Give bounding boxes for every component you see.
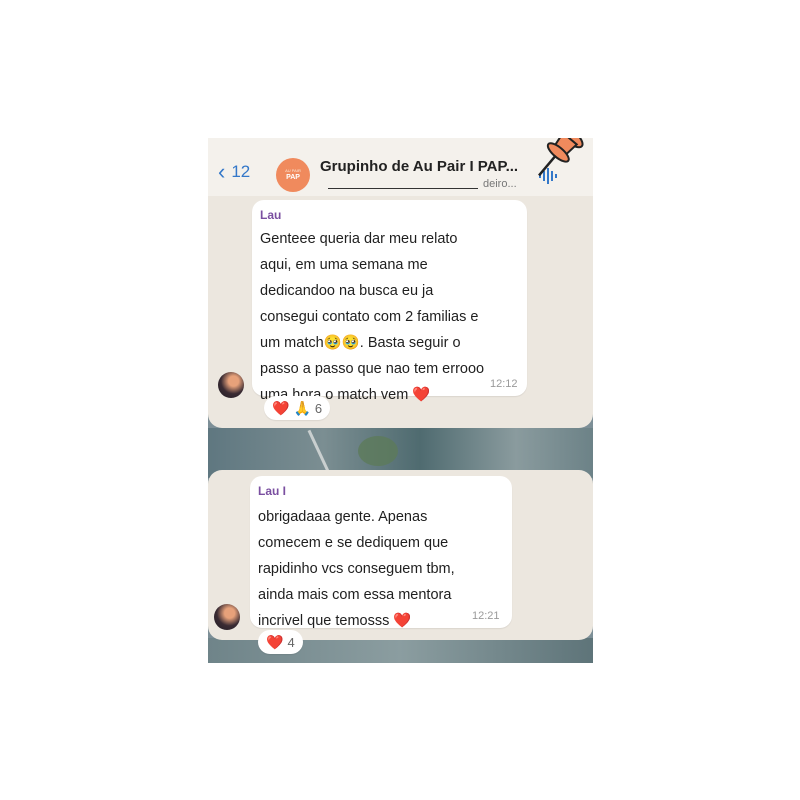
sender-name[interactable]: Lau I (258, 484, 286, 498)
pushpin-icon (538, 138, 584, 177)
message-line: aqui, em uma semana me (260, 257, 428, 273)
reaction-count: 6 (314, 400, 323, 416)
message-line: rapidinho vcs conseguem tbm, (258, 561, 455, 577)
message-bubble[interactable]: Lau I obrigadaaa gente. Apenas comecem e… (250, 476, 512, 629)
chat-panel-bottom: Lau I obrigadaaa gente. Apenas comecem e… (208, 470, 593, 654)
pray-reaction-icon: 🙏 (293, 399, 311, 416)
unread-count: 12 (231, 162, 251, 181)
chevron-left-icon: ‹ (218, 159, 226, 184)
message-line: dedicandoo na busca eu ja (260, 283, 434, 299)
back-button[interactable]: ‹ 12 (218, 159, 251, 184)
chat-screenshot: ‹ 12 AU PAIR PAP Grupinho de Au Pair I P… (208, 138, 593, 663)
message-bubble[interactable]: Lau Genteee queria dar meu relato aqui, … (252, 200, 527, 403)
message-time: 12:21 (472, 610, 500, 622)
message-text: obrigadaaa gente. Apenas comecem e se de… (258, 504, 455, 634)
message-time: 12:12 (490, 378, 518, 390)
message-line: consegui contato com 2 familias e (260, 309, 479, 325)
message-text: Genteee queria dar meu relato aqui, em u… (260, 226, 484, 408)
title-underline (328, 188, 478, 189)
chat-panel-top: ‹ 12 AU PAIR PAP Grupinho de Au Pair I P… (208, 138, 593, 428)
reactions-bar[interactable]: ❤️ 4 (258, 630, 303, 654)
message-line: um match🥹🥹. Basta seguir o (260, 335, 461, 351)
message-line: Genteee queria dar meu relato (260, 231, 458, 247)
background-field (358, 436, 398, 466)
message-line: ainda mais com essa mentora (258, 587, 452, 603)
message-line: comecem e se dediquem que (258, 535, 449, 551)
group-avatar-text: PAP (286, 174, 300, 181)
message-line: passo a passo que nao tem errooo (260, 361, 485, 377)
message-line: obrigadaaa gente. Apenas (258, 509, 428, 525)
heart-reaction-icon: ❤️ (266, 633, 284, 650)
heart-reaction-icon: ❤️ (272, 399, 290, 416)
group-title[interactable]: Grupinho de Au Pair I PAP... (320, 158, 518, 175)
sender-avatar[interactable] (214, 604, 240, 630)
reactions-bar[interactable]: ❤️ 🙏 6 (264, 396, 331, 420)
group-subtitle: deiro... (483, 178, 517, 190)
group-avatar[interactable]: AU PAIR PAP (276, 158, 310, 192)
reaction-count: 4 (287, 634, 295, 650)
sender-avatar[interactable] (218, 372, 244, 398)
sender-name[interactable]: Lau (260, 208, 281, 222)
